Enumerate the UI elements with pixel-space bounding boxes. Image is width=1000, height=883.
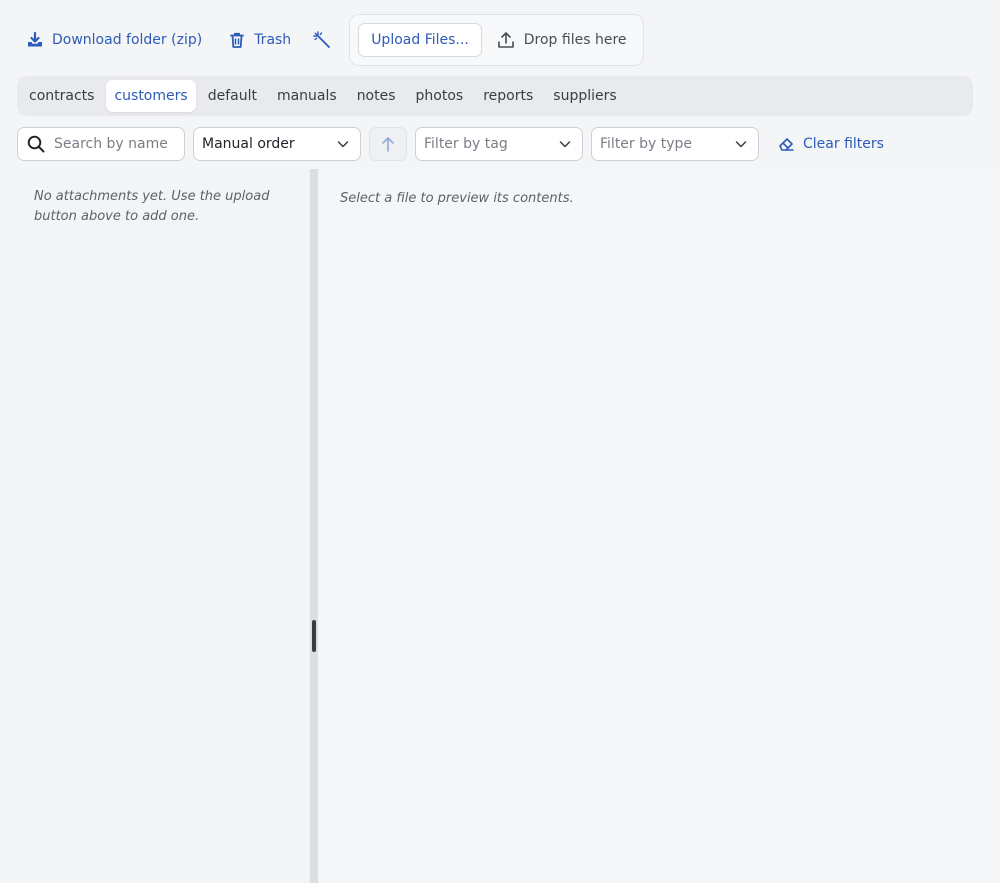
- upload-group: Upload Files... Drop files here: [349, 14, 644, 66]
- sort-order-select[interactable]: Manual order: [193, 127, 361, 161]
- tag-filter-select[interactable]: Filter by tag: [415, 127, 583, 161]
- empty-list-message: No attachments yet. Use the upload butto…: [34, 189, 270, 224]
- tab-customers[interactable]: customers: [106, 80, 196, 112]
- search-input[interactable]: [54, 136, 174, 152]
- filter-bar: Manual order Filter by tag Filter by typ…: [17, 127, 884, 161]
- chevron-down-icon: [337, 141, 349, 148]
- clear-filters-button[interactable]: Clear filters: [777, 135, 884, 153]
- file-manager-app: Download folder (zip) Trash Upload Files…: [0, 0, 1000, 883]
- eraser-icon: [779, 138, 794, 151]
- tab-manuals[interactable]: manuals: [269, 80, 345, 112]
- upload-files-button[interactable]: Upload Files...: [358, 23, 482, 57]
- download-icon: [28, 31, 42, 47]
- attachment-list: No attachments yet. Use the upload butto…: [0, 169, 310, 883]
- type-filter-select[interactable]: Filter by type: [591, 127, 759, 161]
- arrow-up-icon: [382, 137, 394, 152]
- download-folder-label: Download folder (zip): [52, 32, 203, 48]
- pane-splitter[interactable]: [310, 169, 318, 883]
- chevron-down-icon: [559, 141, 571, 148]
- magic-wand-icon: [313, 31, 331, 48]
- tab-notes[interactable]: notes: [349, 80, 404, 112]
- trash-label: Trash: [254, 32, 292, 48]
- sort-direction-button[interactable]: [369, 127, 407, 161]
- tab-reports[interactable]: reports: [475, 80, 541, 112]
- toolbar: Download folder (zip) Trash Upload Files…: [18, 14, 644, 66]
- chevron-down-icon: [735, 141, 747, 148]
- sort-order-value: Manual order: [202, 136, 295, 152]
- tag-filter-placeholder: Filter by tag: [424, 136, 508, 152]
- preview-placeholder: Select a file to preview its contents.: [340, 191, 574, 206]
- splitter-handle[interactable]: [312, 620, 316, 652]
- type-filter-placeholder: Filter by type: [600, 136, 693, 152]
- preview-pane: Select a file to preview its contents.: [318, 169, 1000, 883]
- search-icon: [27, 135, 45, 153]
- drop-zone[interactable]: Drop files here: [496, 30, 627, 50]
- download-folder-button[interactable]: Download folder (zip): [18, 23, 210, 57]
- tab-default[interactable]: default: [200, 80, 265, 112]
- tab-suppliers[interactable]: suppliers: [545, 80, 624, 112]
- magic-wand-button[interactable]: [307, 23, 337, 57]
- drop-zone-label: Drop files here: [523, 32, 627, 48]
- search-box: [17, 127, 185, 161]
- tab-photos[interactable]: photos: [408, 80, 472, 112]
- trash-icon: [230, 32, 245, 48]
- trash-button[interactable]: Trash: [220, 23, 299, 57]
- clear-filters-label: Clear filters: [803, 136, 884, 152]
- upload-icon: [497, 32, 514, 48]
- tab-contracts[interactable]: contracts: [21, 80, 102, 112]
- folder-tabs: contracts customers default manuals note…: [17, 76, 973, 116]
